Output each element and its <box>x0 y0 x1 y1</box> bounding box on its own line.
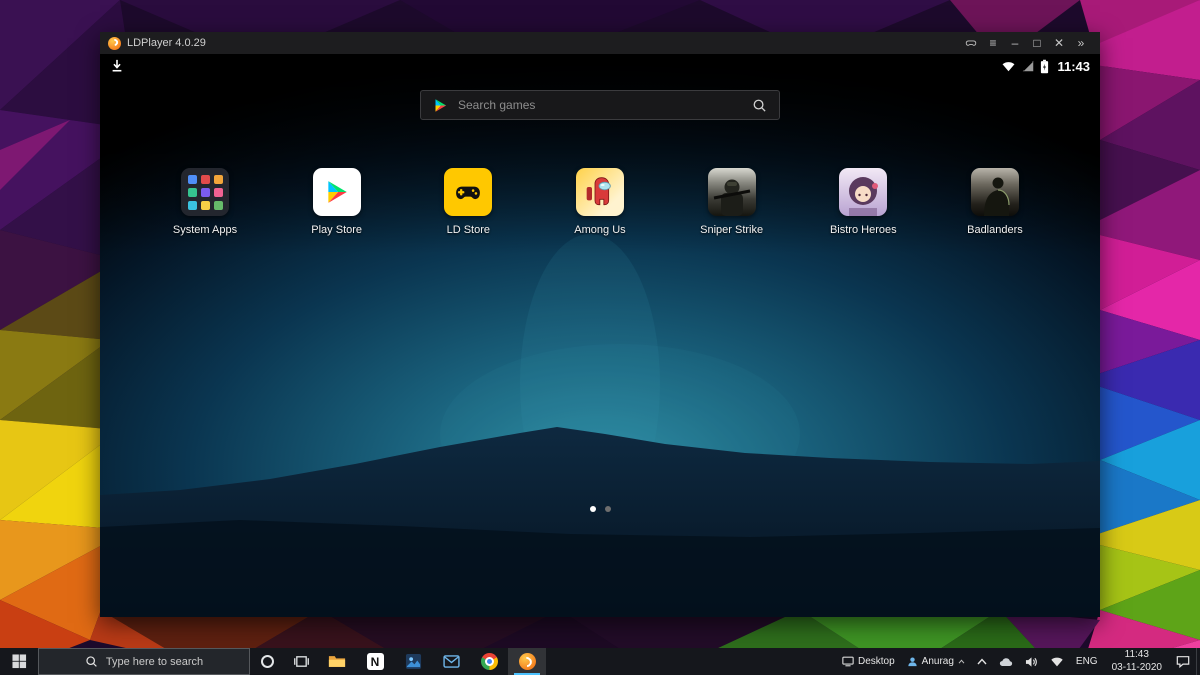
window-title: LDPlayer 4.0.29 <box>127 37 206 49</box>
start-button[interactable] <box>0 648 38 675</box>
sniper-strike-icon <box>708 168 756 216</box>
network-button[interactable] <box>1044 648 1070 675</box>
ldplayer-logo-icon <box>108 37 121 50</box>
app-label: Sniper Strike <box>700 224 763 236</box>
app-ld-store[interactable]: LD Store <box>426 168 510 236</box>
android-clock: 11:43 <box>1057 59 1090 74</box>
menu-button[interactable]: ≡ <box>982 32 1004 54</box>
window-titlebar[interactable]: LDPlayer 4.0.29 ≡ – □ ✕ » <box>100 32 1100 54</box>
speaker-icon <box>1025 656 1038 668</box>
download-notification-icon[interactable] <box>110 59 124 73</box>
windows-logo-icon <box>12 654 27 669</box>
wifi-icon <box>1001 59 1016 73</box>
search-icon[interactable] <box>752 98 767 113</box>
system-tray: Desktop Anurag <box>836 648 1200 675</box>
desktop-label: Desktop <box>858 656 895 667</box>
badlanders-icon <box>971 168 1019 216</box>
show-desktop-button[interactable] <box>1196 648 1200 675</box>
notification-icon <box>1176 655 1190 668</box>
action-center-button[interactable] <box>1170 648 1196 675</box>
app-label: LD Store <box>447 224 490 236</box>
taskbar-clock[interactable]: 11:43 03-11-2020 <box>1104 648 1170 675</box>
app-play-store[interactable]: Play Store <box>295 168 379 236</box>
desktop-icon <box>842 656 854 667</box>
photos-icon <box>405 653 422 670</box>
expand-toolbar-button[interactable]: » <box>1070 32 1092 54</box>
user-widget[interactable]: Anurag <box>901 648 971 675</box>
android-wallpaper <box>100 54 1100 617</box>
battery-icon <box>1040 59 1049 74</box>
app-system-apps[interactable]: System Apps <box>163 168 247 236</box>
file-explorer-icon <box>328 654 346 669</box>
taskbar-search-box[interactable]: Type here to search <box>38 648 250 675</box>
close-button[interactable]: ✕ <box>1048 32 1070 54</box>
taskbar-ldplayer[interactable] <box>508 648 546 675</box>
app-sniper-strike[interactable]: Sniper Strike <box>690 168 774 236</box>
page-dot-1 <box>590 506 596 512</box>
chevron-up-icon <box>977 658 987 665</box>
search-icon <box>85 655 98 668</box>
ldplayer-icon <box>519 653 536 670</box>
task-view-icon <box>294 654 309 669</box>
page-indicator <box>100 506 1100 512</box>
app-label: Among Us <box>574 224 625 236</box>
android-status-bar: 11:43 <box>100 54 1100 78</box>
app-among-us[interactable]: Among Us <box>558 168 642 236</box>
language-label: ENG <box>1076 656 1098 667</box>
play-store-icon <box>313 168 361 216</box>
tray-time: 11:43 <box>1125 649 1149 662</box>
app-label: Bistro Heroes <box>830 224 897 236</box>
gamepad-icon <box>964 36 978 50</box>
app-label: Badlanders <box>967 224 1023 236</box>
app-label: System Apps <box>173 224 237 236</box>
system-apps-icon <box>181 168 229 216</box>
cortana-button[interactable] <box>250 648 284 675</box>
ldplayer-window: LDPlayer 4.0.29 ≡ – □ ✕ » <box>100 32 1100 617</box>
network-wifi-icon <box>1050 656 1064 667</box>
app-label: Play Store <box>311 224 362 236</box>
taskbar-file-explorer[interactable] <box>318 648 356 675</box>
app-grid: System Apps Play Store <box>163 168 1037 236</box>
hidden-icons-button[interactable] <box>971 648 993 675</box>
chrome-icon <box>481 653 498 670</box>
android-screen: 11:43 Search games <box>100 54 1100 617</box>
among-us-icon <box>576 168 624 216</box>
game-assistant-button[interactable] <box>960 32 982 54</box>
taskbar-notion[interactable]: N <box>356 648 394 675</box>
notion-icon: N <box>367 653 384 670</box>
search-placeholder: Search games <box>458 98 535 112</box>
taskbar-chrome[interactable] <box>470 648 508 675</box>
minimize-button[interactable]: – <box>1004 32 1026 54</box>
windows-taskbar: Type here to search N <box>0 648 1200 675</box>
task-view-button[interactable] <box>284 648 318 675</box>
page-dot-2 <box>605 506 611 512</box>
game-search-bar[interactable]: Search games <box>420 90 780 120</box>
volume-button[interactable] <box>1019 648 1044 675</box>
taskbar-photos[interactable] <box>394 648 432 675</box>
cloud-icon <box>999 657 1013 667</box>
taskbar-mail[interactable] <box>432 648 470 675</box>
cortana-icon <box>261 655 274 668</box>
app-badlanders[interactable]: Badlanders <box>953 168 1037 236</box>
desktop-switcher[interactable]: Desktop <box>836 648 901 675</box>
user-icon <box>907 656 918 667</box>
play-triangle-icon <box>433 98 448 113</box>
user-label: Anurag <box>922 656 954 667</box>
caret-up-icon <box>958 659 965 664</box>
taskbar-search-placeholder: Type here to search <box>106 656 203 668</box>
bistro-heroes-icon <box>839 168 887 216</box>
ld-store-icon <box>444 168 492 216</box>
app-bistro-heroes[interactable]: Bistro Heroes <box>821 168 905 236</box>
maximize-button[interactable]: □ <box>1026 32 1048 54</box>
cellular-signal-icon <box>1021 59 1035 73</box>
onedrive-button[interactable] <box>993 648 1019 675</box>
tray-date: 03-11-2020 <box>1112 662 1162 675</box>
language-indicator[interactable]: ENG <box>1070 648 1104 675</box>
mail-icon <box>443 655 460 668</box>
